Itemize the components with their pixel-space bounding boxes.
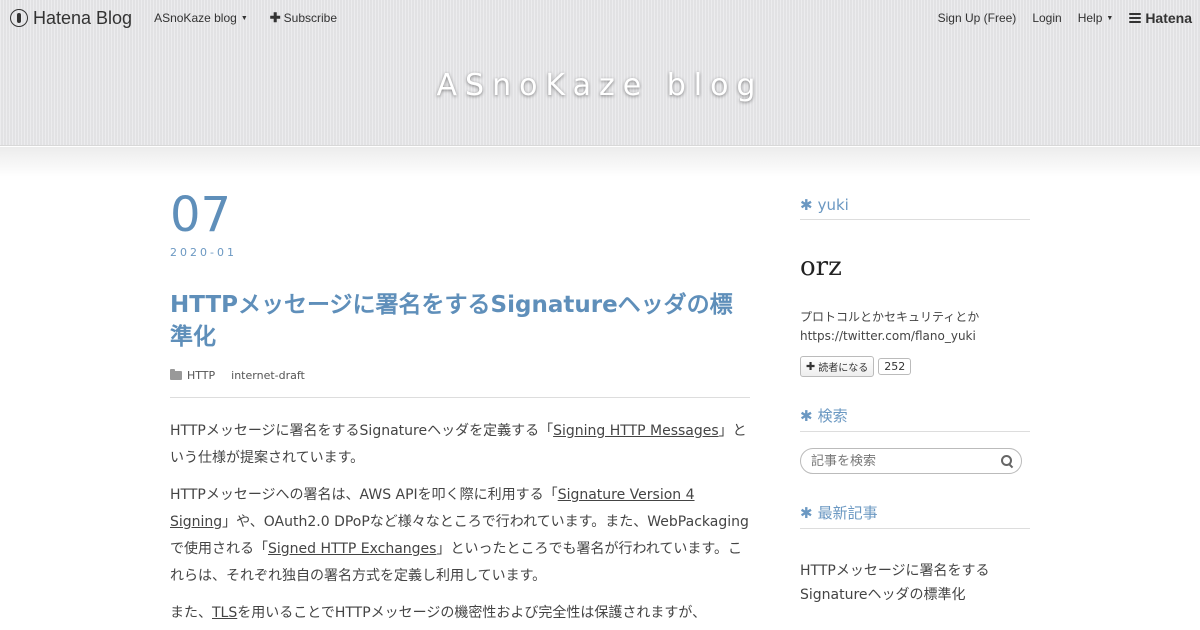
asterisk-icon: ✱ bbox=[800, 503, 813, 522]
blog-menu-label: ASnoKaze blog bbox=[154, 11, 237, 25]
text: HTTPメッセージに署名をするSignatureヘッダを定義する「 bbox=[170, 423, 554, 439]
category-link-http[interactable]: HTTP bbox=[187, 369, 215, 382]
entry-body: HTTPメッセージに署名をするSignatureヘッダを定義する「Signing… bbox=[170, 418, 750, 627]
search-title: ✱ 検索 bbox=[800, 405, 1030, 432]
paragraph-3: また、TLSを用いることでHTTPメッセージの機密性および完全性は保護されますが… bbox=[170, 600, 750, 627]
hatena-blog-logo-icon bbox=[10, 9, 28, 27]
subscribe-reader-button[interactable]: ✚ 読者になる bbox=[800, 356, 875, 377]
recent-title-label: 最新記事 bbox=[817, 504, 878, 522]
hatena-brand-link[interactable]: Hatena bbox=[1129, 10, 1192, 26]
paragraph-1: HTTPメッセージに署名をするSignatureヘッダを定義する「Signing… bbox=[170, 418, 750, 472]
hatena-brand-icon bbox=[1129, 13, 1142, 23]
profile-desc-line: プロトコルとかセキュリティとか bbox=[800, 310, 980, 324]
reader-widget: ✚ 読者になる 252 bbox=[800, 356, 1030, 377]
signup-link[interactable]: Sign Up (Free) bbox=[938, 11, 1017, 25]
search-module: ✱ 検索 bbox=[800, 405, 1030, 474]
recent-list: HTTPメッセージに署名をする Signatureヘッダの標準化 bbox=[800, 559, 1030, 607]
profile-module: ✱ yuki orz プロトコルとかセキュリティとか https://twitt… bbox=[800, 196, 1030, 377]
link-signing-http-messages[interactable]: Signing HTTP Messages bbox=[553, 423, 719, 439]
global-header: Hatena Blog ASnoKaze blog ▼ ✚ Subscribe … bbox=[0, 0, 1200, 36]
search-box bbox=[800, 448, 1022, 474]
profile-description: プロトコルとかセキュリティとか https://twitter.com/flan… bbox=[800, 308, 1030, 346]
help-menu[interactable]: Help ▼ bbox=[1078, 11, 1114, 25]
hatena-blog-logo-text: Hatena Blog bbox=[33, 7, 133, 28]
entry-title[interactable]: HTTPメッセージに署名をするSignatureヘッダの標準化 bbox=[170, 289, 750, 353]
folder-icon bbox=[170, 369, 182, 380]
profile-title[interactable]: ✱ yuki bbox=[800, 196, 1030, 220]
text: を用いることでHTTPメッセージの機密性および完全性は保護されますが、 bbox=[237, 605, 707, 621]
entry-date-year-month[interactable]: 2020-01 bbox=[170, 246, 750, 259]
reader-count[interactable]: 252 bbox=[878, 358, 912, 375]
recent-title: ✱ 最新記事 bbox=[800, 502, 1030, 529]
asterisk-icon: ✱ bbox=[800, 196, 813, 214]
asterisk-icon: ✱ bbox=[800, 406, 813, 425]
profile-twitter-link[interactable]: https://twitter.com/flano_yuki bbox=[800, 327, 1030, 346]
search-icon[interactable] bbox=[1001, 455, 1013, 467]
blog-menu[interactable]: ASnoKaze blog ▼ bbox=[154, 11, 248, 25]
hatena-brand-label: Hatena bbox=[1145, 10, 1192, 26]
subscribe-label: Subscribe bbox=[283, 11, 338, 25]
link-tls[interactable]: TLS bbox=[212, 605, 237, 621]
reader-button-label: 読者になる bbox=[818, 363, 869, 374]
recent-module: ✱ 最新記事 HTTPメッセージに署名をする Signatureヘッダの標準化 bbox=[800, 502, 1030, 607]
main-content: 07 2020-01 HTTPメッセージに署名をするSignatureヘッダの標… bbox=[170, 188, 750, 630]
entry-categories: HTTP internet-draft bbox=[170, 369, 750, 382]
divider bbox=[170, 397, 750, 398]
search-title-label: 検索 bbox=[817, 407, 848, 425]
search-input[interactable] bbox=[811, 453, 1001, 469]
plus-icon: ✚ bbox=[806, 360, 816, 373]
link-signed-http-exchanges[interactable]: Signed HTTP Exchanges bbox=[268, 541, 436, 557]
recent-item[interactable]: Signatureヘッダの標準化 bbox=[800, 583, 1030, 607]
profile-name: yuki bbox=[817, 196, 849, 214]
profile-icon[interactable]: orz bbox=[800, 252, 1030, 292]
text: HTTPメッセージへの署名は、AWS APIを叩く際に利用する「 bbox=[170, 487, 558, 503]
caret-down-icon: ▼ bbox=[240, 14, 248, 22]
entry-date-day[interactable]: 07 bbox=[170, 188, 750, 242]
text: また、 bbox=[170, 605, 212, 621]
plus-icon: ✚ bbox=[269, 10, 281, 25]
blog-title[interactable]: ASnoKaze blog bbox=[0, 68, 1200, 103]
subscribe-button[interactable]: ✚ Subscribe bbox=[270, 10, 337, 26]
recent-item[interactable]: HTTPメッセージに署名をする bbox=[800, 559, 1030, 583]
login-link[interactable]: Login bbox=[1032, 11, 1061, 25]
category-link-internet-draft[interactable]: internet-draft bbox=[231, 369, 305, 382]
caret-down-icon: ▼ bbox=[1106, 14, 1114, 22]
sidebar: ✱ yuki orz プロトコルとかセキュリティとか https://twitt… bbox=[800, 196, 1030, 630]
paragraph-2: HTTPメッセージへの署名は、AWS APIを叩く際に利用する「Signatur… bbox=[170, 482, 750, 590]
help-label: Help bbox=[1077, 11, 1103, 25]
hatena-blog-logo[interactable]: Hatena Blog bbox=[10, 8, 132, 29]
header-shadow bbox=[0, 147, 1200, 177]
